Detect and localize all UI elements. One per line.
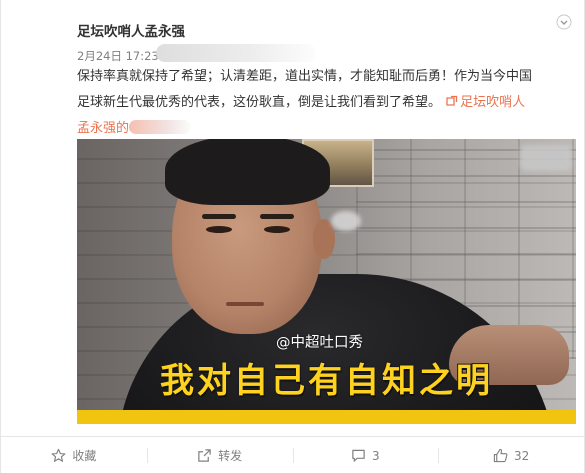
repost-button[interactable]: 转发 xyxy=(146,437,293,473)
mention-link-part-a[interactable]: 足坛吹哨人 xyxy=(445,95,525,110)
blurred-source xyxy=(156,44,316,62)
blurred-spot xyxy=(331,211,361,231)
comment-icon xyxy=(352,449,365,462)
weibo-post-card: 足坛吹哨人孟永强 2月24日 17:23 保持率真就保持了希望；认清差距，道出实… xyxy=(0,0,585,473)
image-watermark: @中超吐口秀 xyxy=(276,335,363,351)
share-icon xyxy=(198,449,211,462)
star-icon xyxy=(51,448,66,462)
blurred-link-text xyxy=(129,120,192,134)
person-hair xyxy=(165,139,330,205)
chevron-down-icon[interactable] xyxy=(556,14,572,30)
post-body: 保持率真就保持了希望；认清差距，道出实情，才能知耻而后勇！作为当今中国 足球新生… xyxy=(77,64,573,142)
right-eye xyxy=(264,226,290,233)
left-brow xyxy=(202,214,236,219)
post-image[interactable]: @中超吐口秀 我对自己有自知之明 xyxy=(77,139,576,424)
mention-link-part-b[interactable]: 孟永强的 xyxy=(77,121,129,136)
author-name[interactable]: 足坛吹哨人孟永强 xyxy=(77,20,185,40)
repost-label: 转发 xyxy=(218,449,243,463)
blurred-region xyxy=(520,145,572,171)
like-button[interactable]: 32 xyxy=(438,437,584,473)
post-date[interactable]: 2月24日 17:23 xyxy=(77,49,159,63)
mouth xyxy=(226,302,264,306)
post-text-line-2: 足球新生代最优秀的代表，这份耿直，倒是让我们看到了希望。 足坛吹哨人 xyxy=(77,90,573,116)
comment-button[interactable]: 3 xyxy=(292,437,439,473)
post-text-line-2-content: 足球新生代最优秀的代表，这份耿直，倒是让我们看到了希望。 xyxy=(77,95,442,110)
action-bar: 收藏 转发 3 32 xyxy=(1,436,584,473)
image-caption: 我对自己有自知之明 xyxy=(159,360,493,402)
left-eye xyxy=(206,226,232,233)
thumbs-up-icon xyxy=(493,448,508,463)
link-icon xyxy=(446,95,458,106)
post-meta: 2月24日 17:23 xyxy=(77,48,159,64)
caption-bar xyxy=(77,410,576,424)
favorite-label: 收藏 xyxy=(72,449,97,463)
like-count: 32 xyxy=(513,448,530,463)
post-text-line-1: 保持率真就保持了希望；认清差距，道出实情，才能知耻而后勇！作为当今中国 xyxy=(77,69,533,84)
favorite-button[interactable]: 收藏 xyxy=(1,437,147,473)
comment-count: 3 xyxy=(372,448,380,463)
link-label-a: 足坛吹哨人 xyxy=(460,95,526,110)
right-brow xyxy=(260,214,294,219)
